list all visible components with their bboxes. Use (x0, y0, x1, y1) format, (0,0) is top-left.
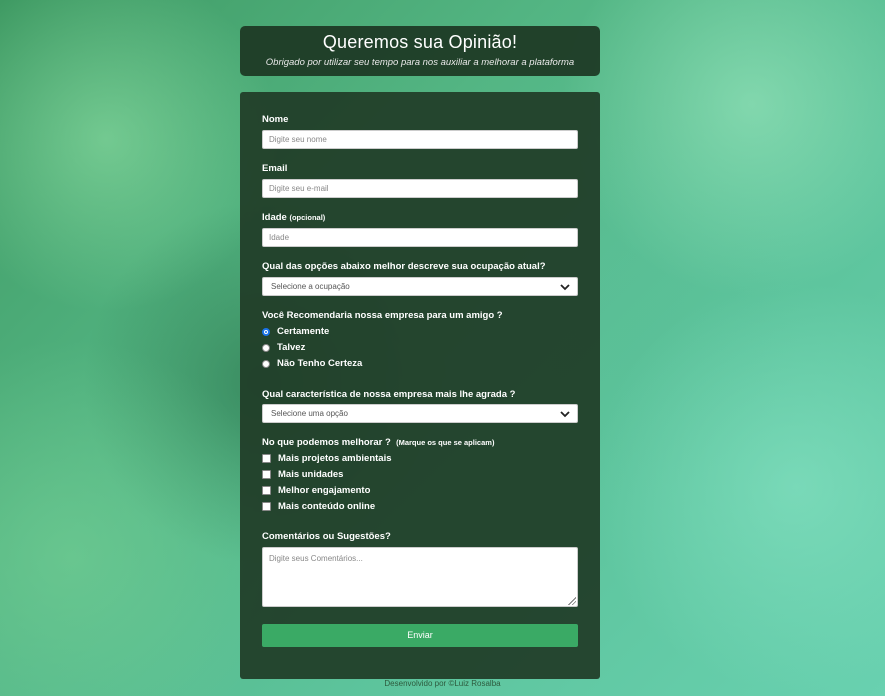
checkbox-icon[interactable] (262, 454, 271, 463)
age-optional-hint: (opcional) (289, 213, 326, 222)
improve-option-label: Melhor engajamento (278, 485, 371, 496)
improve-option-projetos[interactable]: Mais projetos ambientais (262, 453, 392, 464)
radio-icon[interactable] (262, 359, 270, 368)
checkbox-icon[interactable] (262, 470, 271, 479)
page-subtitle: Obrigado por utilizar seu tempo para nos… (265, 57, 575, 68)
feature-select[interactable]: Selecione uma opção (262, 404, 578, 423)
page-title: Queremos sua Opinião! (322, 32, 518, 52)
survey-form: Nome Digite seu nome Email Digite seu e-… (240, 92, 600, 679)
footer-credit: Desenvolvido por ©Luiz Rosalba (384, 679, 501, 688)
improve-hint: (Marque os que se aplicam) (396, 438, 495, 447)
comments-label: Comentários ou Sugestões? (262, 531, 391, 542)
improve-option-unidades[interactable]: Mais unidades (262, 469, 343, 480)
recommend-option-nao-tenho-certeza[interactable]: Não Tenho Certeza (262, 358, 362, 369)
improve-option-label: Mais conteúdo online (278, 501, 376, 512)
improve-option-conteudo[interactable]: Mais conteúdo online (262, 501, 375, 512)
age-label-row: Idade (opcional) (262, 212, 325, 223)
radio-checked-icon[interactable] (262, 327, 270, 336)
submit-button[interactable]: Enviar (262, 624, 578, 647)
feature-label: Qual característica de nossa empresa mai… (262, 389, 516, 400)
name-label: Nome (262, 114, 289, 125)
chevron-down-icon (560, 411, 570, 418)
comments-placeholder: Digite seus Comentários... (269, 554, 363, 563)
occupation-label: Qual das opções abaixo melhor descreve s… (262, 261, 546, 272)
chevron-down-icon (560, 284, 570, 291)
age-label: Idade (262, 212, 287, 223)
improve-option-engajamento[interactable]: Melhor engajamento (262, 485, 370, 496)
recommend-option-label: Não Tenho Certeza (277, 358, 363, 369)
email-label: Email (262, 163, 288, 174)
resize-handle-icon[interactable] (568, 597, 576, 605)
comments-textarea[interactable]: Digite seus Comentários... (262, 547, 578, 607)
age-input[interactable]: Idade (262, 228, 578, 247)
improve-option-label: Mais unidades (278, 469, 344, 480)
survey-header: Queremos sua Opinião! Obrigado por utili… (240, 26, 600, 76)
email-input[interactable]: Digite seu e-mail (262, 179, 578, 198)
radio-icon[interactable] (262, 343, 270, 352)
checkbox-icon[interactable] (262, 502, 271, 511)
feature-selected-value: Selecione uma opção (271, 409, 348, 418)
name-input[interactable]: Digite seu nome (262, 130, 578, 149)
improve-label: No que podemos melhorar ? (262, 437, 391, 448)
improve-option-label: Mais projetos ambientais (278, 453, 392, 464)
recommend-label: Você Recomendaria nossa empresa para um … (262, 310, 503, 321)
recommend-option-label: Certamente (277, 326, 330, 337)
improve-label-row: No que podemos melhorar ? (Marque os que… (262, 437, 494, 448)
recommend-option-label: Talvez (277, 342, 306, 353)
occupation-select[interactable]: Selecione a ocupação (262, 277, 578, 296)
recommend-option-certamente[interactable]: Certamente (262, 326, 329, 337)
occupation-selected-value: Selecione a ocupação (271, 282, 350, 291)
recommend-option-talvez[interactable]: Talvez (262, 342, 305, 353)
checkbox-icon[interactable] (262, 486, 271, 495)
